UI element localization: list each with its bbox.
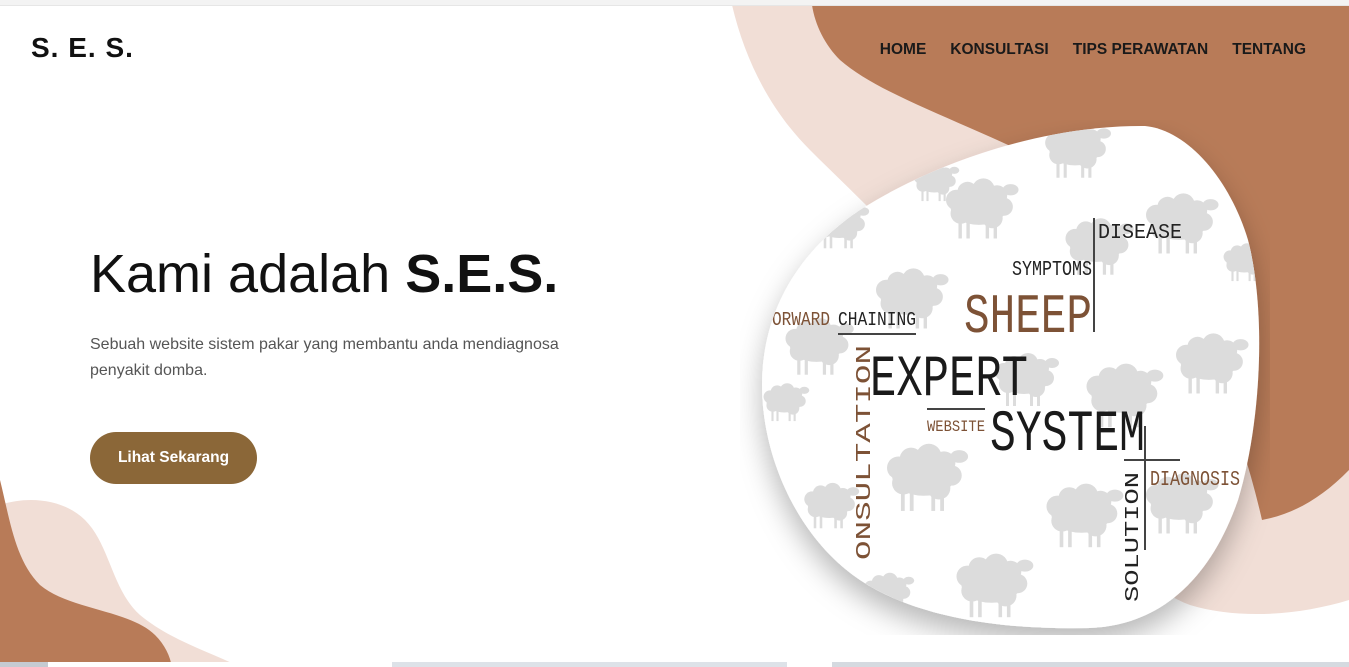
browser-top-edge xyxy=(0,0,1349,6)
word-website: WEBSITE xyxy=(927,418,985,436)
hero-description: Sebuah website sistem pakar yang membant… xyxy=(90,336,559,379)
hero-title-strong: S.E.S. xyxy=(405,244,559,304)
nav-item-tips-perawatan[interactable]: TIPS PERAWATAN xyxy=(1073,41,1209,59)
expert-system-illustration: DISEASE SYMPTOMS SHEEP ORWARD CHAINING E… xyxy=(762,125,1260,629)
word-forward: ORWARD xyxy=(772,309,830,331)
landing-page: S. E. S. HOME KONSULTASI TIPS PERAWATAN … xyxy=(0,0,1349,667)
nav-item-konsultasi[interactable]: KONSULTASI xyxy=(950,41,1048,59)
word-consultation: ONSULTATION xyxy=(854,345,877,560)
nav-item-home[interactable]: HOME xyxy=(880,41,927,59)
lihat-sekarang-button[interactable]: Lihat Sekarang xyxy=(90,432,257,484)
site-logo[interactable]: S. E. S. xyxy=(31,32,134,64)
word-chaining: CHAINING xyxy=(838,309,916,331)
word-solution: SOLUTION xyxy=(1122,472,1144,602)
nav-item-tentang[interactable]: TENTANG xyxy=(1232,41,1306,59)
word-disease: DISEASE xyxy=(1098,222,1182,245)
browser-bottom-edge xyxy=(0,662,1349,667)
main-nav: HOME KONSULTASI TIPS PERAWATAN TENTANG xyxy=(880,41,1306,59)
hero-title: Kami adalah S.E.S. xyxy=(90,243,558,305)
word-diagnosis: DIAGNOSIS xyxy=(1150,469,1240,492)
word-system: SYSTEM xyxy=(990,403,1145,468)
word-symptoms: SYMPTOMS xyxy=(1012,259,1092,282)
hero-title-prefix: Kami adalah xyxy=(90,244,406,304)
word-sheep: SHEEP xyxy=(964,285,1092,349)
